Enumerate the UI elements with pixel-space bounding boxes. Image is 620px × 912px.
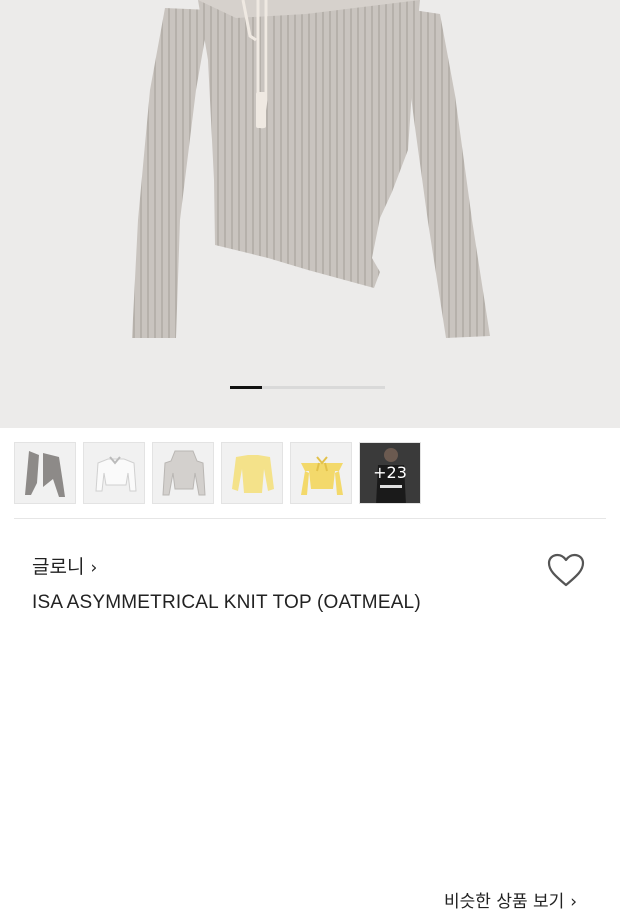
- thumbnail-yellow-top[interactable]: [221, 442, 283, 504]
- yellow-top-thumbnail-icon: [232, 455, 274, 493]
- divider: [14, 518, 606, 519]
- chevron-right-icon: ›: [570, 892, 578, 912]
- thumbnail-more-photos[interactable]: +23: [359, 442, 421, 504]
- more-photos-count: +23: [373, 463, 407, 482]
- heart-icon[interactable]: [546, 552, 586, 588]
- similar-products-link[interactable]: 비슷한 상품 보기 ›: [444, 887, 577, 912]
- product-image-carousel[interactable]: [0, 0, 620, 428]
- brand-link[interactable]: 글로니 ›: [32, 552, 97, 579]
- yellow-offshoulder-thumbnail-icon: [301, 456, 343, 495]
- hooded-top-thumbnail-icon: [162, 450, 206, 496]
- thumbnail-white-top[interactable]: [83, 442, 145, 504]
- brand-name: 글로니: [32, 556, 85, 578]
- carousel-indicator-active: [230, 386, 262, 389]
- product-title: ISA ASYMMETRICAL KNIT TOP (OATMEAL): [32, 592, 421, 613]
- thumbnail-yellow-offshoulder-top[interactable]: [290, 442, 352, 504]
- thumbnail-strip: +23 비슷한 상품 보기 ›: [0, 428, 620, 912]
- white-top-thumbnail-icon: [95, 456, 137, 492]
- sweater-image: [132, 0, 490, 338]
- similar-products-label: 비슷한 상품 보기: [444, 892, 565, 912]
- gray-top-thumbnail-icon: [25, 451, 65, 497]
- thumbnail-hooded-top[interactable]: [152, 442, 214, 504]
- chevron-right-icon: ›: [90, 558, 98, 578]
- thumbnail-gray-top[interactable]: [14, 442, 76, 504]
- carousel-indicator: [230, 386, 385, 389]
